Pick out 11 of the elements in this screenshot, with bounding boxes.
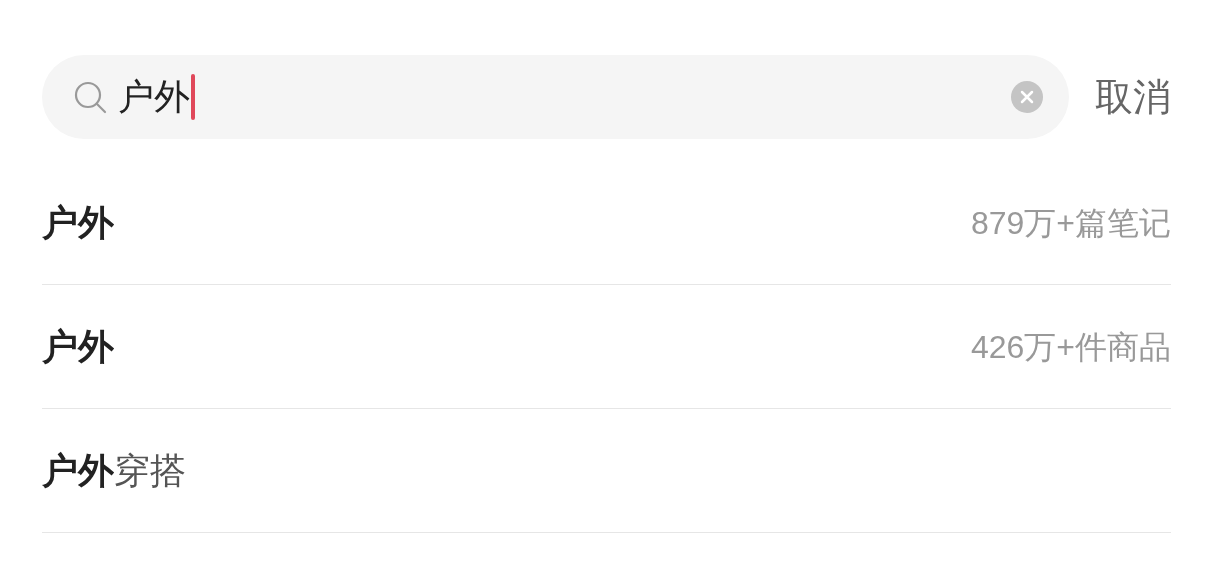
result-count: 879万+篇笔记 xyxy=(970,203,1171,243)
suggestion-text[interactable]: 户外 xyxy=(42,195,114,250)
suggestion-text[interactable]: 户外 xyxy=(42,319,114,374)
text-cursor xyxy=(191,74,195,120)
search-icon xyxy=(72,79,108,115)
result-count: 426万+件商品 xyxy=(970,327,1171,367)
suggestion-text[interactable]: 户外穿搭 xyxy=(42,443,186,498)
search-text: 户外 xyxy=(118,79,190,115)
clear-icon[interactable] xyxy=(1011,81,1043,113)
cancel-button[interactable]: 取消 xyxy=(1095,78,1171,116)
search-field[interactable]: 户外 xyxy=(42,55,1069,139)
